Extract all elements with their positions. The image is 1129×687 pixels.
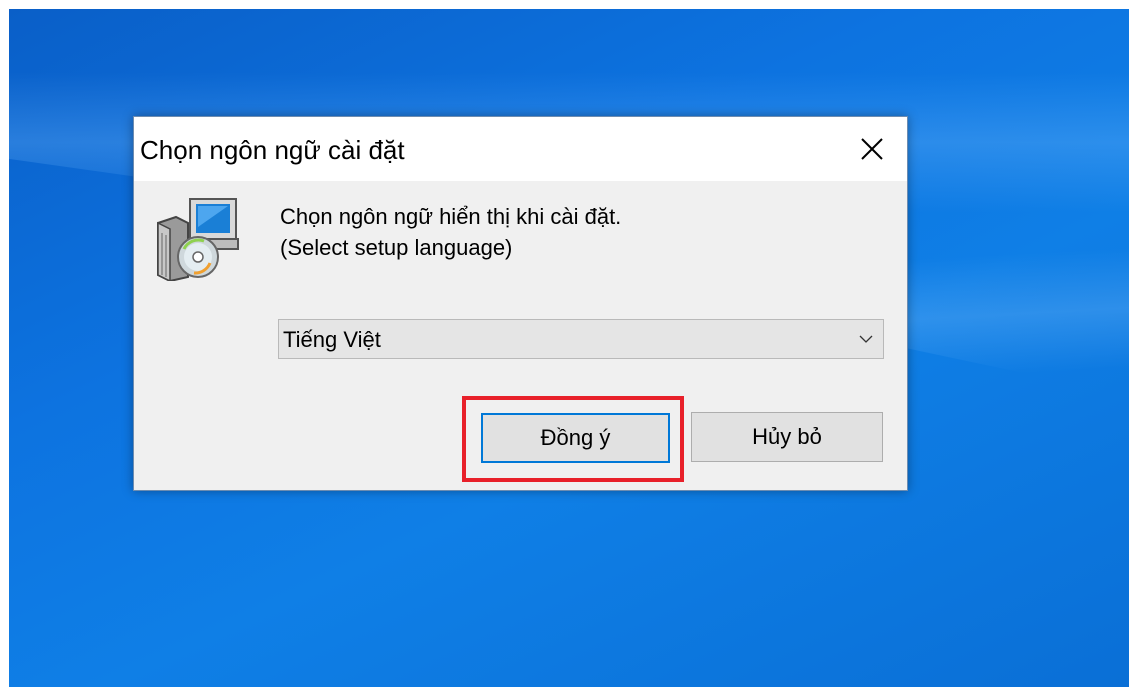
message-line: (Select setup language) bbox=[280, 235, 513, 260]
close-button[interactable] bbox=[837, 117, 907, 181]
language-select-value: Tiếng Việt bbox=[283, 327, 381, 352]
dialog-title: Chọn ngôn ngữ cài đặt bbox=[140, 135, 405, 165]
language-dialog: Chọn ngôn ngữ cài đặt Chọn ngôn ngữ hiển… bbox=[133, 116, 908, 491]
message-line: Chọn ngôn ngữ hiển thị khi cài đặt. bbox=[280, 204, 622, 229]
cancel-button[interactable]: Hủy bỏ bbox=[691, 412, 883, 462]
chevron-down-icon bbox=[859, 335, 873, 343]
title-bar: Chọn ngôn ngữ cài đặt bbox=[134, 117, 907, 181]
close-icon bbox=[861, 138, 883, 160]
language-select[interactable]: Tiếng Việt bbox=[278, 319, 884, 359]
setup-installer-icon bbox=[157, 198, 239, 281]
ok-button[interactable]: Đồng ý bbox=[481, 413, 670, 463]
dialog-message: Chọn ngôn ngữ hiển thị khi cài đặt. (Sel… bbox=[280, 201, 621, 263]
